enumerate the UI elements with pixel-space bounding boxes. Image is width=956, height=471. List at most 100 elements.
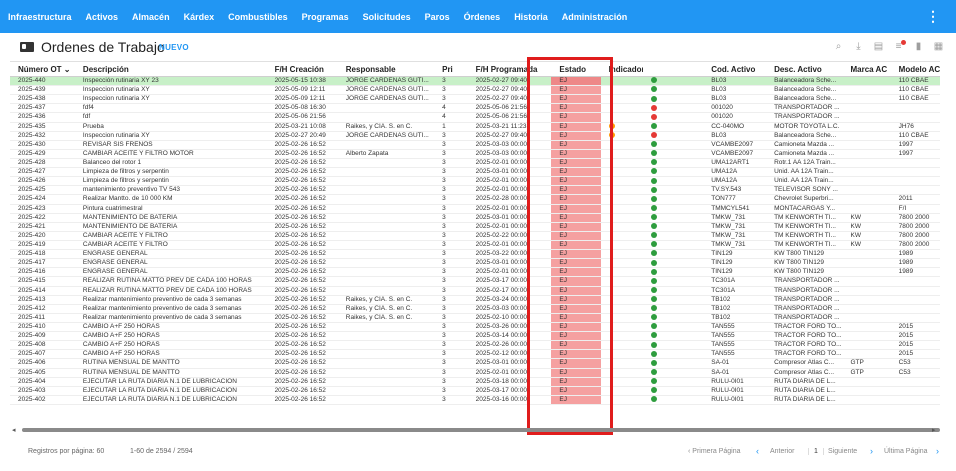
col-header-numero-ot[interactable]: Número OT ⌄ bbox=[10, 62, 75, 77]
nav-item-kardex[interactable]: Kárdex bbox=[177, 12, 222, 22]
col-header-modelo-ac[interactable]: Modelo AC bbox=[890, 62, 940, 77]
horizontal-scrollbar[interactable]: ◂ ▸ bbox=[10, 426, 940, 434]
cell-indicadores bbox=[600, 167, 643, 178]
nav-item-paros[interactable]: Paros bbox=[418, 12, 457, 22]
table-row[interactable]: 2025-424 Realizar Mantto. de 10 000 KM 202… bbox=[10, 194, 940, 205]
col-header-desc-activo[interactable]: Desc. Activo bbox=[766, 62, 843, 77]
cell-indicadores bbox=[600, 176, 643, 187]
cell-fh-programada: 2025-02-10 00:00 bbox=[467, 313, 552, 323]
table-row[interactable]: 2025-422 MANTENIMIENTO DE BATERIA 2025-02-… bbox=[10, 213, 940, 223]
new-order-button[interactable]: NUEVO bbox=[159, 43, 189, 52]
kebab-menu-icon[interactable]: ⋮ bbox=[926, 9, 940, 23]
col-header-pri[interactable]: Pri bbox=[434, 62, 468, 77]
cell-fh-creacion: 2025-02-26 16:52 bbox=[266, 304, 338, 314]
table-row[interactable]: 2025-437 fdf4 2025-05-08 16:30 4 2025-05-06 … bbox=[10, 103, 940, 114]
table-row[interactable]: 2025-409 CAMBIO A+F 250 HORAS 2025-02-26 1… bbox=[10, 331, 940, 342]
table-row[interactable]: 2025-415 REALIZAR RUTINA MATTO PREV DE CA… bbox=[10, 276, 940, 287]
col-header-fh-creacion[interactable]: F/H Creación bbox=[266, 62, 338, 77]
table-row[interactable]: 2025-421 MANTENIMIENTO DE BATERIA 2025-02-… bbox=[10, 222, 940, 232]
status-alert-icon bbox=[650, 113, 657, 120]
table-row[interactable]: 2025-438 Inspeccion rutinaria XY 2025-05-0… bbox=[10, 94, 940, 105]
scroll-thumb[interactable] bbox=[22, 428, 940, 432]
col-header-fh-programada[interactable]: F/H Programada bbox=[467, 62, 552, 77]
col-header-marca-ac[interactable]: Marca AC bbox=[842, 62, 891, 77]
cell-fh-programada: 2025-03-03 00:00 bbox=[467, 149, 552, 159]
table-row[interactable]: 2025-425 mantenimiento preventivo TV 543 2… bbox=[10, 185, 940, 196]
next-page-button[interactable]: Siguiente bbox=[828, 448, 857, 455]
cell-estado: EJ bbox=[551, 276, 601, 287]
nav-item-programas[interactable]: Programas bbox=[295, 12, 356, 22]
cell-fh-creacion: 2025-02-26 16:52 bbox=[266, 167, 338, 178]
download-icon[interactable]: ⤓ bbox=[853, 42, 864, 52]
cell-estado: EJ bbox=[551, 377, 601, 387]
print-icon[interactable]: ▤ bbox=[873, 42, 884, 52]
table-row[interactable]: 2025-428 Balanceo del rotor 1 2025-02-26 1… bbox=[10, 158, 940, 169]
table-row[interactable]: 2025-410 CAMBIO A+F 250 HORAS 2025-02-26 1… bbox=[10, 322, 940, 333]
search-icon[interactable]: ⌕ bbox=[833, 42, 844, 52]
table-row[interactable]: 2025-403 EJECUTAR LA RUTA DIARIA N.1 DE L… bbox=[10, 386, 940, 396]
table-row[interactable]: 2025-439 Inspeccion rutinaria XY 2025-05-0… bbox=[10, 85, 940, 96]
cell-status bbox=[642, 231, 704, 241]
table-row[interactable]: 2025-411 Realizar mantenimiento preventiv… bbox=[10, 313, 940, 323]
table-row[interactable]: 2025-430 REVISAR SIS FRENOS 2025-02-26 16:… bbox=[10, 140, 940, 150]
table-row[interactable]: 2025-404 EJECUTAR LA RUTA DIARIA N.1 DE L… bbox=[10, 377, 940, 387]
table-row[interactable]: 2025-426 Limpieza de filtros y serpentin 2… bbox=[10, 176, 940, 187]
table-row[interactable]: 2025-417 ENGRASE GENERAL 2025-02-26 16:52 3… bbox=[10, 258, 940, 269]
last-arrow-icon[interactable]: › bbox=[936, 446, 939, 456]
nav-item-solicitudes[interactable]: Solicitudes bbox=[356, 12, 418, 22]
status-ok-icon bbox=[650, 186, 657, 193]
cell-pri: 3 bbox=[434, 167, 468, 178]
table-row[interactable]: 2025-440 Inspección rutinaria XY 23 2025-0… bbox=[10, 76, 940, 87]
col-header-descripcion[interactable]: Descripción bbox=[74, 62, 267, 77]
next-arrow-icon[interactable]: › bbox=[870, 446, 873, 456]
scroll-left-icon[interactable]: ◂ bbox=[12, 426, 16, 434]
cell-estado: EJ bbox=[551, 395, 601, 405]
table-row[interactable]: 2025-413 Realizar mantenimiento preventiv… bbox=[10, 295, 940, 305]
cell-indicadores bbox=[600, 85, 643, 96]
nav-item-almacen[interactable]: Almacén bbox=[125, 12, 177, 22]
col-header-indicadores[interactable]: Indicadores bbox=[600, 62, 643, 77]
nav-item-activos[interactable]: Activos bbox=[79, 12, 126, 22]
table-row[interactable]: 2025-427 Limpieza de filtros y serpentin 2… bbox=[10, 167, 940, 178]
table-row[interactable]: 2025-412 Realizar mantenimiento preventiv… bbox=[10, 304, 940, 314]
col-header-responsable[interactable]: Responsable bbox=[337, 62, 435, 77]
cell-indicadores bbox=[600, 131, 643, 141]
cell-fh-creacion: 2025-02-26 16:52 bbox=[266, 194, 338, 205]
table-row[interactable]: 2025-418 ENGRASE GENERAL 2025-02-26 16:52 3… bbox=[10, 249, 940, 260]
table-row[interactable]: 2025-432 Inspeccion rutinaria XY 2025-02-2… bbox=[10, 131, 940, 141]
table-row[interactable]: 2025-419 CAMBIAR ACEITE Y FILTRO 2025-02-2… bbox=[10, 240, 940, 251]
col-header-cod-activo[interactable]: Cod. Activo bbox=[703, 62, 767, 77]
cell-indicadores bbox=[600, 149, 643, 159]
table-row[interactable]: 2025-429 CAMBIAR ACEITE Y FILTRO MOTOR 202… bbox=[10, 149, 940, 159]
nav-item-administracion[interactable]: Administración bbox=[555, 12, 635, 22]
rows-per-page[interactable]: Registros por página: 60 bbox=[28, 448, 104, 455]
table-row[interactable]: 2025-435 Prueba 2025-03-21 10:08 Raikes, y … bbox=[10, 122, 940, 132]
table-row[interactable]: 2025-405 RUTINA MENSUAL DE MANTTO 2025-02-… bbox=[10, 368, 940, 378]
table-row[interactable]: 2025-414 REALIZAR RUTINA MATTO PREV DE CA… bbox=[10, 286, 940, 296]
table-row[interactable]: 2025-406 RUTINA MENSUAL DE MANTTO 2025-02-… bbox=[10, 358, 940, 369]
prev-arrow-icon[interactable]: ‹ bbox=[756, 446, 759, 456]
first-page-button[interactable]: ‹ Primera Página bbox=[688, 448, 741, 455]
cell-modelo-ac: 110 CBAE bbox=[890, 94, 940, 105]
nav-item-combustibles[interactable]: Combustibles bbox=[221, 12, 295, 22]
last-page-button[interactable]: Última Página bbox=[884, 448, 928, 455]
grid-view-icon[interactable]: ▦ bbox=[933, 42, 944, 52]
table-row[interactable]: 2025-423 Pintura cuatrimestral 2025-02-26 … bbox=[10, 204, 940, 214]
table-row[interactable]: 2025-416 ENGRASE GENERAL 2025-02-26 16:52 3… bbox=[10, 267, 940, 278]
nav-item-historia[interactable]: Historia bbox=[507, 12, 555, 22]
table-row[interactable]: 2025-420 CAMBIAR ACEITE Y FILTRO 2025-02-2… bbox=[10, 231, 940, 241]
nav-item-ordenes[interactable]: Órdenes bbox=[457, 12, 508, 22]
cell-marca-ac bbox=[842, 103, 891, 114]
comment-icon[interactable]: ▮ bbox=[913, 42, 924, 52]
table-row[interactable]: 2025-436 fdf 2025-05-06 21:56 4 2025-05-06 2… bbox=[10, 112, 940, 123]
scroll-right-icon[interactable]: ▸ bbox=[932, 426, 936, 434]
table-row[interactable]: 2025-407 CAMBIO A+F 250 HORAS 2025-02-26 1… bbox=[10, 349, 940, 360]
cell-fh-programada: 2025-02-28 00:00 bbox=[467, 194, 552, 205]
table-row[interactable]: 2025-408 CAMBIO A+F 250 HORAS 2025-02-26 1… bbox=[10, 340, 940, 351]
cell-status bbox=[642, 112, 704, 123]
col-header-estado[interactable]: Estado bbox=[551, 62, 601, 77]
prev-page-button[interactable]: Anterior bbox=[770, 448, 795, 455]
filter-icon[interactable]: ≡ bbox=[893, 40, 906, 52]
table-row[interactable]: 2025-402 EJECUTAR LA RUTA DIARIA N.1 DE L… bbox=[10, 395, 940, 405]
nav-item-infraestructura[interactable]: Infraestructura bbox=[0, 12, 79, 22]
